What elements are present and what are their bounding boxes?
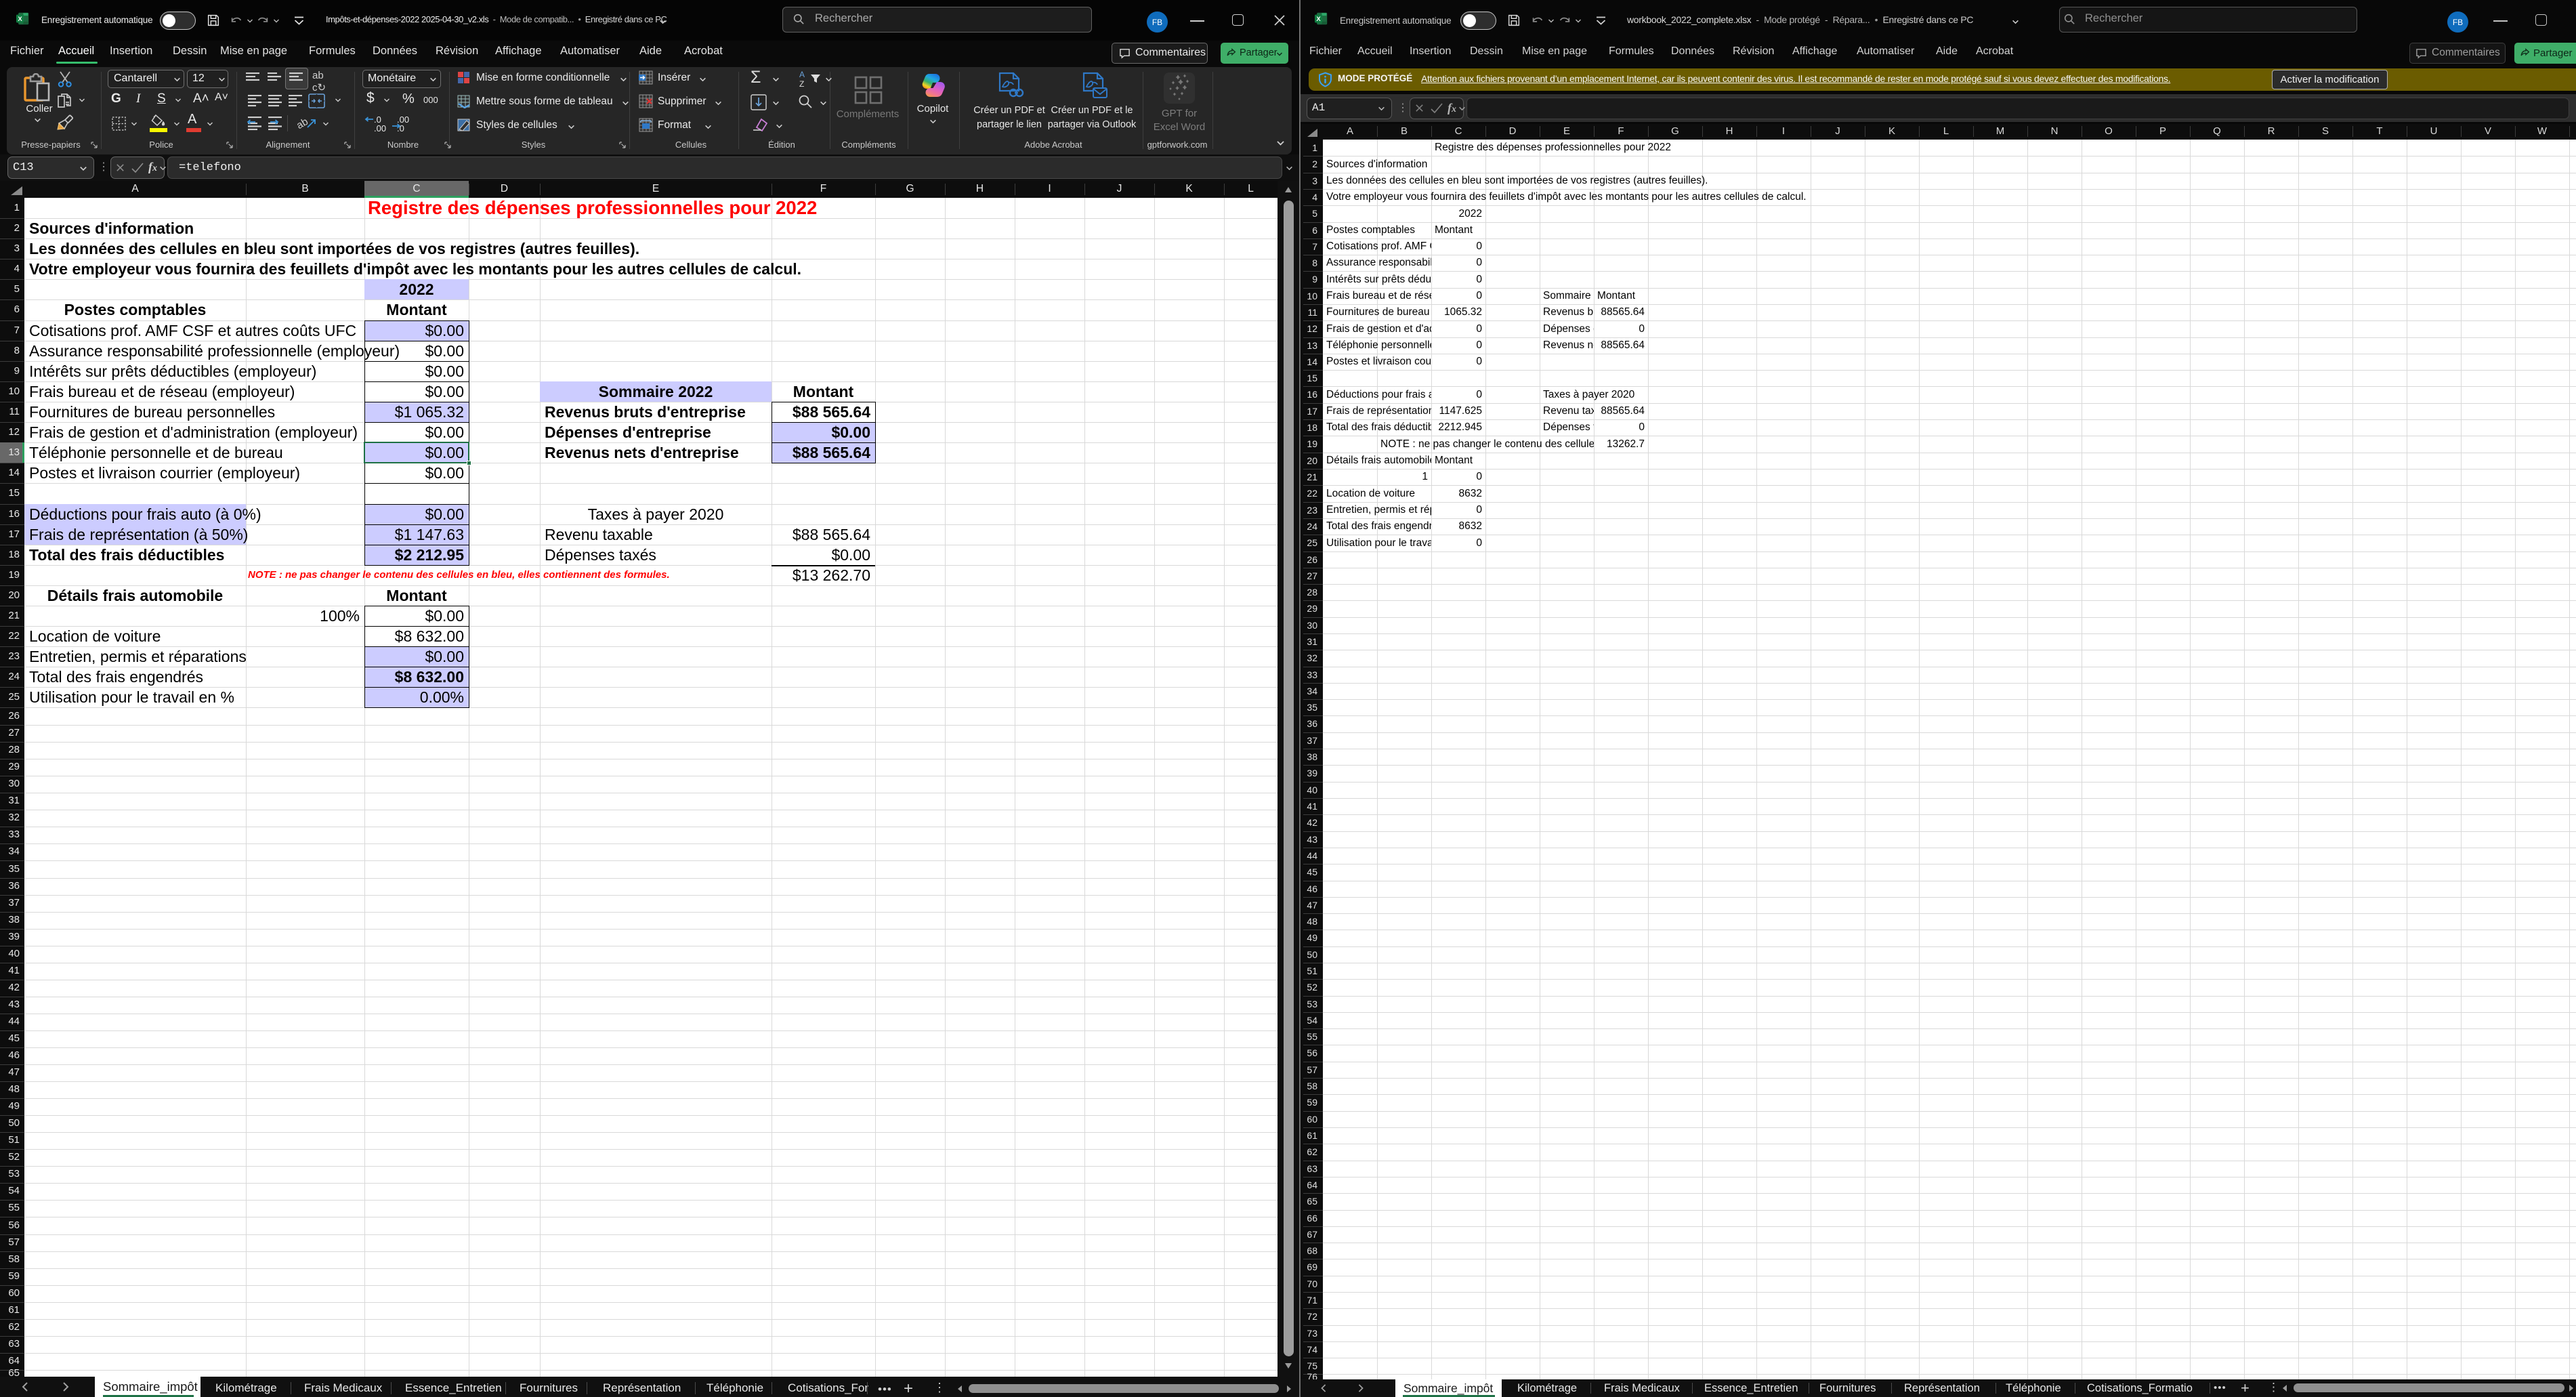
svg-text:X: X <box>18 16 22 23</box>
svg-text:X: X <box>1316 16 1321 23</box>
